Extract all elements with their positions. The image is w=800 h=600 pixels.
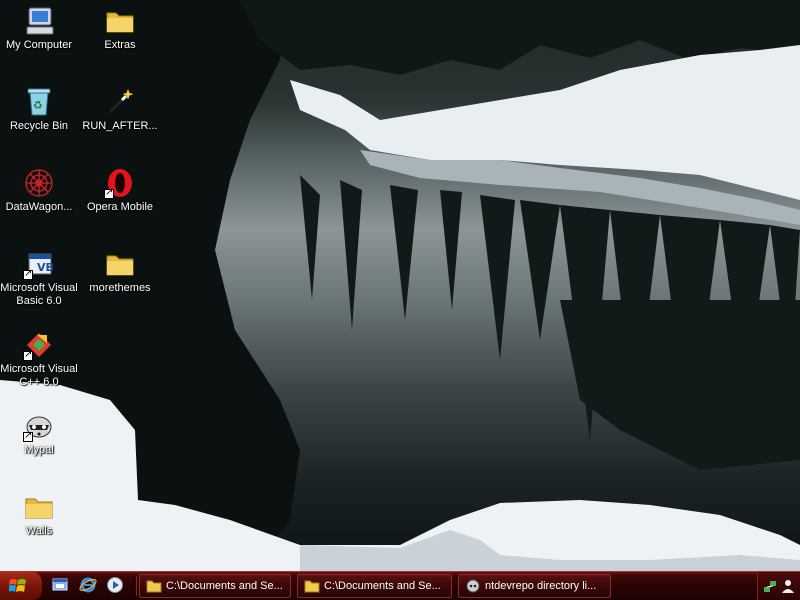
desktop-icon-datawagon[interactable]: DataWagon... [0,165,80,241]
start-button[interactable] [0,572,43,600]
taskbar: C:\Documents and Se... C:\Documents and … [0,571,800,600]
folder-icon [23,491,55,523]
desktop-icon-visual-cpp[interactable]: Microsoft Visual C++ 6.0 [0,327,80,403]
visual-cpp-icon [23,329,55,361]
desktop-icon-my-computer[interactable]: My Computer [0,3,80,79]
shortcut-arrow-icon [23,430,33,442]
folder-icon [104,5,136,37]
visual-basic-icon: VB [23,248,55,280]
folder-icon [146,579,162,593]
folder-icon [104,248,136,280]
svg-text:♻: ♻ [33,99,43,112]
folder-icon [304,579,320,593]
task-label: ntdevrepo directory li... [485,580,597,592]
browser-icon [465,579,481,593]
shortcut-arrow-icon [23,349,33,361]
internet-explorer-icon[interactable] [79,576,97,594]
network-icon[interactable] [762,578,778,594]
shortcut-arrow-icon [104,187,114,199]
raccoon-icon [23,410,55,442]
opera-icon [104,167,136,199]
task-label: C:\Documents and Se... [166,580,283,592]
show-desktop-icon[interactable] [51,576,69,594]
windows-flag-icon [8,578,27,594]
my-computer-icon [23,5,55,37]
taskbar-button-explorer-1[interactable]: C:\Documents and Se... [139,574,291,598]
shortcut-arrow-icon [23,268,33,280]
desktop-icon-extras[interactable]: Extras [79,3,161,79]
desktop-icon-mypal[interactable]: Mypal [0,408,80,484]
media-player-icon[interactable] [106,576,124,594]
desktop-icon-morethemes[interactable]: morethemes [79,246,161,322]
magic-wand-icon [104,86,136,118]
quick-launch-separator [133,576,137,596]
svg-text:VB: VB [37,261,54,274]
system-tray [757,572,800,600]
user-icon[interactable] [780,578,796,594]
spider-web-icon [23,167,55,199]
desktop-icon-opera-mobile[interactable]: Opera Mobile [79,165,161,241]
desktop-icon-visual-basic[interactable]: VB Microsoft Visual Basic 6.0 [0,246,80,322]
task-label: C:\Documents and Se... [324,580,441,592]
desktop-icon-recycle-bin[interactable]: ♻ Recycle Bin [0,84,80,160]
desktop-icon-run-after[interactable]: RUN_AFTER... [79,84,161,160]
taskbar-button-ntdevrepo[interactable]: ntdevrepo directory li... [458,574,611,598]
taskbar-button-explorer-2[interactable]: C:\Documents and Se... [297,574,452,598]
desktop-icon-walls[interactable]: Walls [0,489,80,565]
recycle-bin-icon: ♻ [23,86,55,118]
